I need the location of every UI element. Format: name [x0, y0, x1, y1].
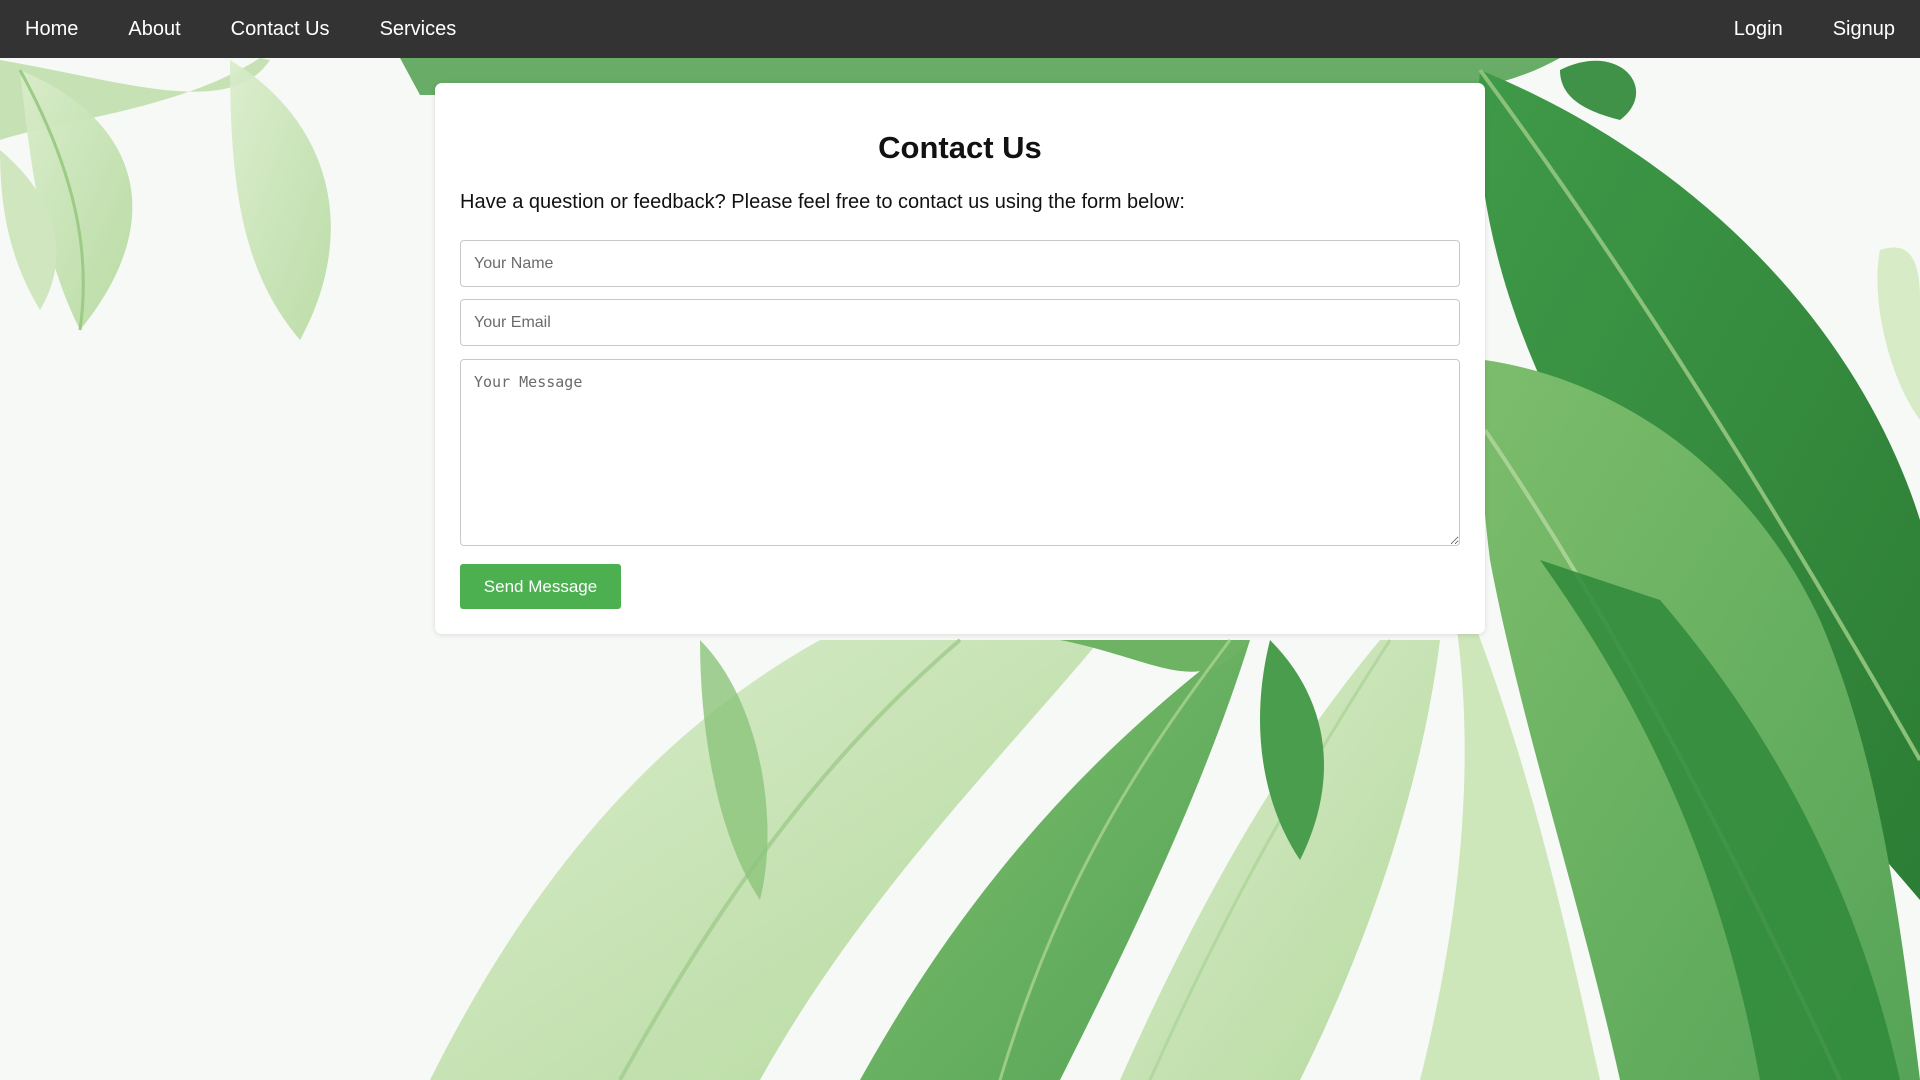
nav-services-link[interactable]: Services	[355, 0, 482, 58]
name-input[interactable]	[460, 240, 1460, 287]
nav-about-link[interactable]: About	[103, 0, 205, 58]
send-message-button[interactable]: Send Message	[460, 564, 621, 609]
nav-login-link[interactable]: Login	[1709, 0, 1808, 58]
contact-description: Have a question or feedback? Please feel…	[460, 191, 1185, 213]
nav-right-group: Login Signup	[1709, 0, 1920, 58]
message-textarea[interactable]	[460, 359, 1460, 546]
nav-home-link[interactable]: Home	[0, 0, 103, 58]
email-input[interactable]	[460, 299, 1460, 346]
contact-card: Contact Us Have a question or feedback? …	[435, 83, 1485, 634]
page-title: Contact Us	[878, 130, 1042, 165]
nav-signup-link[interactable]: Signup	[1808, 0, 1920, 58]
top-navbar: Home About Contact Us Services Login Sig…	[0, 0, 1920, 58]
nav-left-group: Home About Contact Us Services	[0, 0, 481, 58]
nav-contact-us-link[interactable]: Contact Us	[206, 0, 355, 58]
